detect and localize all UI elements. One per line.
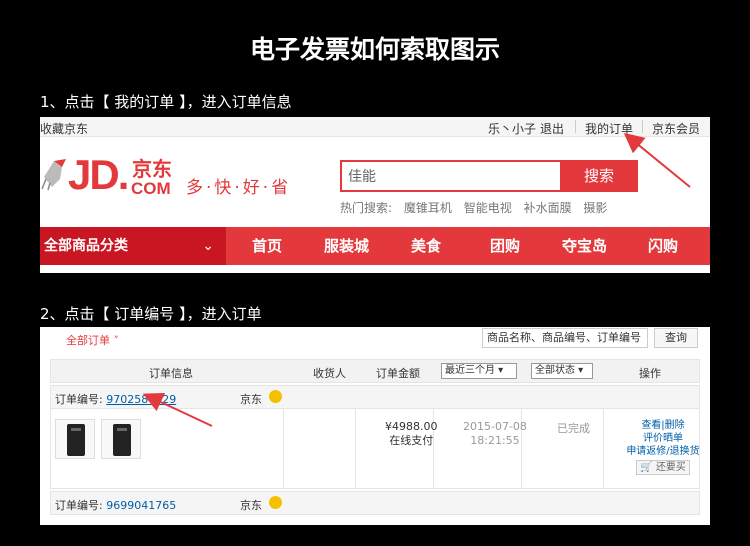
return-exchange-link[interactable]: 申请返修/退换货 bbox=[625, 445, 701, 458]
username-link[interactable]: 乐丶小子 bbox=[488, 120, 536, 137]
hot-search-item[interactable]: 魔锥耳机 bbox=[404, 201, 452, 215]
logout-link[interactable]: 退出 bbox=[540, 120, 564, 137]
order-number-label: 订单编号: bbox=[55, 499, 103, 512]
step-one-text: 1、点击【 我的订单 】，进入订单信息 bbox=[40, 93, 292, 111]
hot-searches: 热门搜索: 魔锥耳机 智能电视 补水面膜 摄影 bbox=[340, 199, 615, 216]
review-link[interactable]: 评价晒单 bbox=[625, 432, 701, 445]
hot-search-item[interactable]: 补水面膜 bbox=[524, 201, 572, 215]
divider bbox=[283, 409, 284, 489]
divider bbox=[603, 409, 604, 489]
step-two-text: 2、点击【 订单编号 】，进入订单 bbox=[40, 305, 262, 323]
amount-value: ¥4988.00 bbox=[385, 420, 438, 433]
nav-item-home[interactable]: 首页 bbox=[252, 227, 282, 265]
logo-cn-text: 京东 bbox=[132, 157, 172, 181]
chevron-down-icon: ⌄ bbox=[202, 238, 214, 254]
column-order-info: 订单信息 bbox=[149, 367, 193, 380]
computer-icon bbox=[113, 424, 131, 456]
divider bbox=[642, 120, 643, 133]
search-input[interactable] bbox=[342, 162, 560, 190]
logo-com-text: COM bbox=[131, 179, 171, 198]
order-number-link[interactable]: 9702586129 bbox=[106, 393, 176, 406]
category-label: 全部商品分类 bbox=[44, 238, 128, 254]
order-list-screenshot: 全部订单 ˅ 商品名称、商品编号、订单编号 查询 订单信息 收货人 订单金额 最… bbox=[40, 327, 710, 525]
order-row-header: 订单编号: 9702586129 京东 bbox=[50, 385, 700, 409]
status-select[interactable]: 全部状态 ▾ bbox=[531, 363, 593, 379]
nav-item-food[interactable]: 美食 bbox=[411, 227, 441, 265]
search-box bbox=[340, 160, 562, 192]
order-search-input[interactable]: 商品名称、商品编号、订单编号 bbox=[482, 328, 648, 348]
order-status: 已完成 bbox=[557, 422, 590, 435]
divider bbox=[355, 409, 356, 489]
order-time: 18:21:55 bbox=[470, 434, 520, 447]
column-amount: 订单金额 bbox=[376, 367, 420, 380]
period-select[interactable]: 最近三个月 ▾ bbox=[441, 363, 517, 379]
nav-item-flash[interactable]: 闪购 bbox=[648, 227, 678, 265]
vip-link[interactable]: 京东会员 bbox=[652, 120, 700, 137]
my-orders-link[interactable]: 我的订单 bbox=[585, 120, 633, 137]
all-orders-dropdown[interactable]: 全部订单 ˅ bbox=[66, 332, 119, 348]
payment-method: 在线支付 bbox=[389, 434, 434, 447]
divider bbox=[575, 120, 576, 133]
nav-item-groupbuy[interactable]: 团购 bbox=[490, 227, 520, 265]
all-orders-label: 全部订单 bbox=[66, 334, 110, 347]
order-amount: ¥4988.00 在线支付 bbox=[385, 420, 438, 448]
jd-header-screenshot: 收藏京东 乐丶小子 退出 我的订单 京东会员 JD. 京东 COM 多·快·好·… bbox=[40, 117, 710, 273]
view-delete-link[interactable]: 查看|删除 bbox=[625, 419, 701, 432]
shop-name: 京东 bbox=[240, 393, 262, 406]
top-bar: 收藏京东 乐丶小子 退出 我的订单 京东会员 bbox=[40, 117, 710, 137]
page-title: 电子发票如何索取图示 bbox=[249, 35, 500, 64]
main-nav: 全部商品分类 ⌄ 首页 服装城 美食 团购 夺宝岛 闪购 bbox=[40, 227, 710, 265]
jd-logo[interactable]: JD. 京东 COM 多·快·好·省 bbox=[40, 147, 330, 207]
hot-search-item[interactable]: 智能电视 bbox=[464, 201, 512, 215]
column-receiver: 收货人 bbox=[313, 367, 346, 380]
nav-item-clothing[interactable]: 服装城 bbox=[324, 227, 369, 265]
order-list-toolbar: 全部订单 ˅ 商品名称、商品编号、订单编号 查询 bbox=[40, 327, 710, 351]
column-operations: 操作 bbox=[639, 367, 661, 380]
order-table-header: 订单信息 收货人 订单金额 最近三个月 ▾ 全部状态 ▾ 操作 bbox=[50, 359, 700, 383]
chat-icon[interactable] bbox=[269, 390, 282, 403]
all-categories-button[interactable]: 全部商品分类 ⌄ bbox=[40, 227, 226, 265]
order-datetime: 2015-07-08 18:21:55 bbox=[463, 420, 527, 448]
product-thumbnail[interactable] bbox=[101, 419, 141, 459]
order-number-label: 订单编号: bbox=[55, 393, 103, 406]
computer-icon bbox=[67, 424, 85, 456]
order-row: ¥4988.00 在线支付 2015-07-08 18:21:55 已完成 查看… bbox=[50, 409, 700, 489]
logo-jd-text: JD. bbox=[68, 151, 129, 198]
favorite-link[interactable]: 收藏京东 bbox=[40, 120, 88, 137]
order-row-header: 订单编号: 9699041765 京东 bbox=[50, 491, 700, 515]
hot-search-item[interactable]: 摄影 bbox=[583, 201, 607, 215]
rebuy-button[interactable]: 🛒 还要买 bbox=[636, 460, 690, 475]
query-button[interactable]: 查询 bbox=[654, 328, 698, 348]
order-date: 2015-07-08 bbox=[463, 420, 527, 433]
order-number-link[interactable]: 9699041765 bbox=[106, 499, 176, 512]
hot-search-label: 热门搜索: bbox=[340, 201, 393, 215]
search-button[interactable]: 搜索 bbox=[560, 160, 638, 192]
nav-item-treasure[interactable]: 夺宝岛 bbox=[562, 227, 607, 265]
chat-icon[interactable] bbox=[269, 496, 282, 509]
mascot-icon bbox=[41, 159, 66, 191]
product-thumbnail[interactable] bbox=[55, 419, 95, 459]
chevron-down-icon: ˅ bbox=[113, 334, 120, 347]
shop-name: 京东 bbox=[240, 499, 262, 512]
order-operations: 查看|删除 评价晒单 申请返修/退换货 🛒 还要买 bbox=[625, 419, 701, 475]
slogan: 多·快·好·省 bbox=[186, 178, 292, 198]
